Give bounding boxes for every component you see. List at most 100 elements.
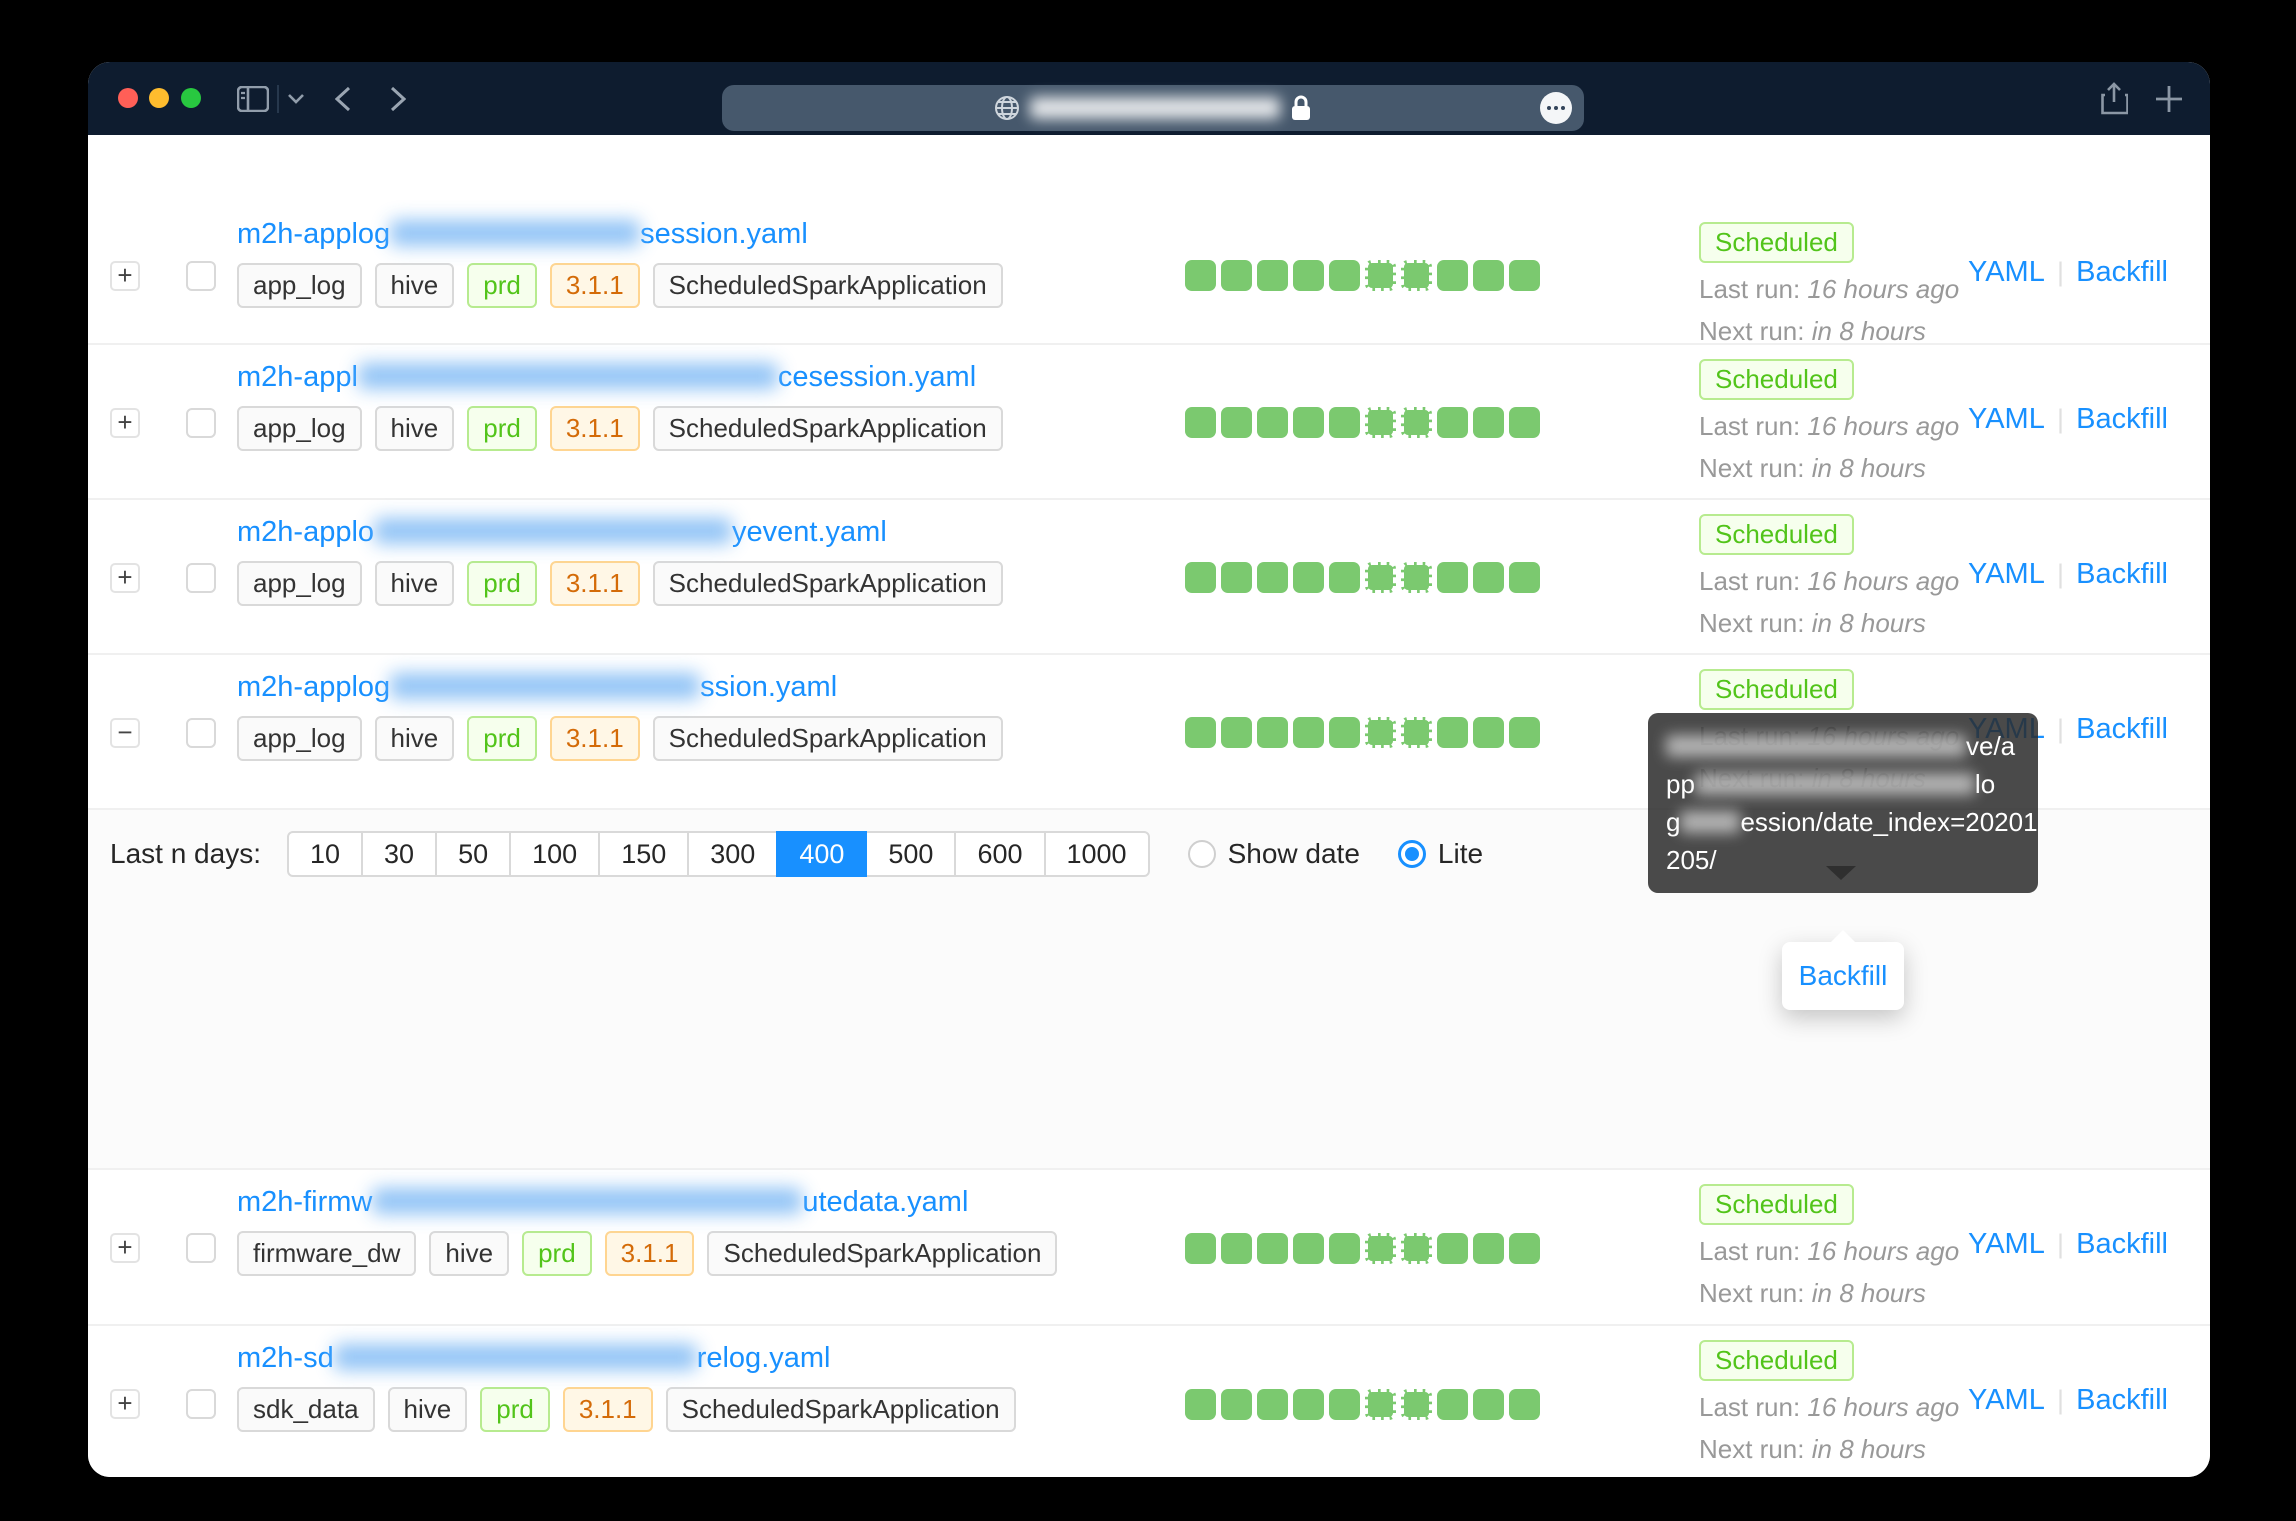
- tag-hive: hive: [388, 1387, 468, 1432]
- zoom-button[interactable]: [181, 88, 201, 108]
- days-option-300[interactable]: 300: [687, 831, 778, 877]
- tag-hive: hive: [375, 406, 455, 451]
- strip-day-square: [1257, 1233, 1288, 1264]
- strip-day-square: [1221, 717, 1252, 748]
- tooltip-text: 205/: [1666, 845, 1717, 875]
- title-blurred-segment: [374, 518, 732, 544]
- radio-show-date[interactable]: Show date: [1188, 838, 1360, 870]
- backfill-link[interactable]: Backfill: [2076, 1384, 2168, 1417]
- last-run-text: Last run: 16 hours ago: [1699, 1236, 1969, 1267]
- strip-day-square: [1185, 260, 1216, 291]
- title-suffix: ssion.yaml: [700, 671, 837, 703]
- row-titleblock: m2h-applogsession.yaml app_loghiveprd3.1.…: [237, 218, 1003, 308]
- title-blurred-segment: [334, 1344, 697, 1370]
- strip-day-square: [1473, 260, 1504, 291]
- strip-day-square: [1473, 407, 1504, 438]
- next-run-value: in 8 hours: [1812, 316, 1926, 346]
- tag-prd: prd: [522, 1231, 592, 1276]
- expand-button[interactable]: +: [110, 1389, 140, 1419]
- row-schedule-info: ScheduledLast run: 16 hours agoNext run:…: [1699, 514, 1969, 639]
- last-run-value: 16 hours ago: [1807, 274, 1959, 304]
- back-icon[interactable]: [335, 62, 351, 135]
- title-suffix: utedata.yaml: [802, 1186, 968, 1218]
- next-run-label: Next run:: [1699, 316, 1805, 346]
- backfill-link[interactable]: Backfill: [2076, 403, 2168, 436]
- last-run-value: 16 hours ago: [1807, 1236, 1959, 1266]
- days-option-500[interactable]: 500: [865, 831, 956, 877]
- yaml-link[interactable]: YAML: [1968, 256, 2045, 289]
- yaml-link[interactable]: YAML: [1968, 558, 2045, 591]
- close-button[interactable]: [118, 88, 138, 108]
- backfill-link[interactable]: Backfill: [2076, 558, 2168, 591]
- radio-unselected-icon: [1188, 840, 1216, 868]
- expand-button[interactable]: +: [110, 1233, 140, 1263]
- strip-day-square: [1509, 407, 1540, 438]
- tooltip-text: g: [1666, 807, 1680, 837]
- backfill-link[interactable]: Backfill: [2076, 1228, 2168, 1261]
- last-run-value: 16 hours ago: [1807, 1392, 1959, 1422]
- days-option-50[interactable]: 50: [435, 831, 511, 877]
- row-status-strip: [1185, 1389, 1540, 1420]
- strip-day-square: [1257, 562, 1288, 593]
- strip-day-square: [1293, 260, 1324, 291]
- strip-day-square: [1437, 1233, 1468, 1264]
- expand-button[interactable]: +: [110, 261, 140, 291]
- tag-ScheduledSparkApplication: ScheduledSparkApplication: [653, 263, 1003, 308]
- backfill-popover-button[interactable]: Backfill: [1799, 960, 1888, 992]
- address-bar[interactable]: [722, 85, 1584, 131]
- table-row: + m2h-apployevent.yamlapp_loghiveprd3.1.1…: [88, 498, 2210, 653]
- strip-day-square: [1473, 562, 1504, 593]
- minimize-button[interactable]: [149, 88, 169, 108]
- status-badge: Scheduled: [1699, 514, 1854, 555]
- row-status-strip: [1185, 562, 1540, 593]
- collapse-button[interactable]: −: [110, 718, 140, 748]
- expand-button[interactable]: +: [110, 408, 140, 438]
- ellipsis-icon[interactable]: [1540, 92, 1572, 124]
- row-schedule-info: ScheduledLast run: 16 hours agoNext run:…: [1699, 222, 1969, 347]
- status-badge: Scheduled: [1699, 222, 1854, 263]
- row-title-link[interactable]: m2h-applogssion.yaml: [237, 671, 1003, 704]
- row-checkbox[interactable]: [186, 408, 216, 438]
- radio-lite[interactable]: Lite: [1398, 838, 1483, 870]
- status-badge: Scheduled: [1699, 359, 1854, 400]
- strip-day-square: [1293, 1233, 1324, 1264]
- row-title-link[interactable]: m2h-sdrelog.yaml: [237, 1342, 1016, 1375]
- days-option-30[interactable]: 30: [361, 831, 437, 877]
- days-option-150[interactable]: 150: [598, 831, 689, 877]
- row-title-link[interactable]: m2h-applcesession.yaml: [237, 361, 1003, 394]
- row-title-link[interactable]: m2h-apployevent.yaml: [237, 516, 1003, 549]
- tooltip-line: gession/date_index=20201: [1666, 803, 2020, 841]
- tag-hive: hive: [375, 263, 455, 308]
- forward-icon[interactable]: [390, 62, 406, 135]
- new-tab-icon[interactable]: [2155, 62, 2183, 135]
- chevron-down-icon[interactable]: [288, 62, 304, 135]
- days-option-600[interactable]: 600: [954, 831, 1045, 877]
- row-checkbox[interactable]: [186, 563, 216, 593]
- row-tags: app_loghiveprd3.1.1ScheduledSparkApplica…: [237, 263, 1003, 308]
- row-checkbox[interactable]: [186, 1233, 216, 1263]
- expand-button[interactable]: +: [110, 563, 140, 593]
- row-checkbox[interactable]: [186, 1389, 216, 1419]
- backfill-link[interactable]: Backfill: [2076, 713, 2168, 746]
- sidebar-icon[interactable]: [237, 62, 269, 135]
- row-checkbox[interactable]: [186, 261, 216, 291]
- days-option-100[interactable]: 100: [509, 831, 600, 877]
- days-option-10[interactable]: 10: [287, 831, 363, 877]
- yaml-link[interactable]: YAML: [1968, 403, 2045, 436]
- tag-prd: prd: [467, 406, 537, 451]
- yaml-link[interactable]: YAML: [1968, 1228, 2045, 1261]
- last-run-value: 16 hours ago: [1807, 411, 1959, 441]
- row-checkbox[interactable]: [186, 718, 216, 748]
- days-option-400[interactable]: 400: [776, 831, 867, 877]
- row-titleblock: m2h-apployevent.yamlapp_loghiveprd3.1.1S…: [237, 516, 1003, 606]
- backfill-link[interactable]: Backfill: [2076, 256, 2168, 289]
- row-title-link[interactable]: m2h-applogsession.yaml: [237, 218, 1003, 251]
- row-title-link[interactable]: m2h-firmwutedata.yaml: [237, 1186, 1057, 1219]
- link-divider: |: [2057, 257, 2064, 288]
- yaml-link[interactable]: YAML: [1968, 1384, 2045, 1417]
- strip-day-square: [1509, 260, 1540, 291]
- tag-ScheduledSparkApplication: ScheduledSparkApplication: [653, 716, 1003, 761]
- strip-day-square: [1365, 717, 1396, 748]
- days-option-1000[interactable]: 1000: [1044, 831, 1150, 877]
- share-icon[interactable]: [2100, 62, 2128, 135]
